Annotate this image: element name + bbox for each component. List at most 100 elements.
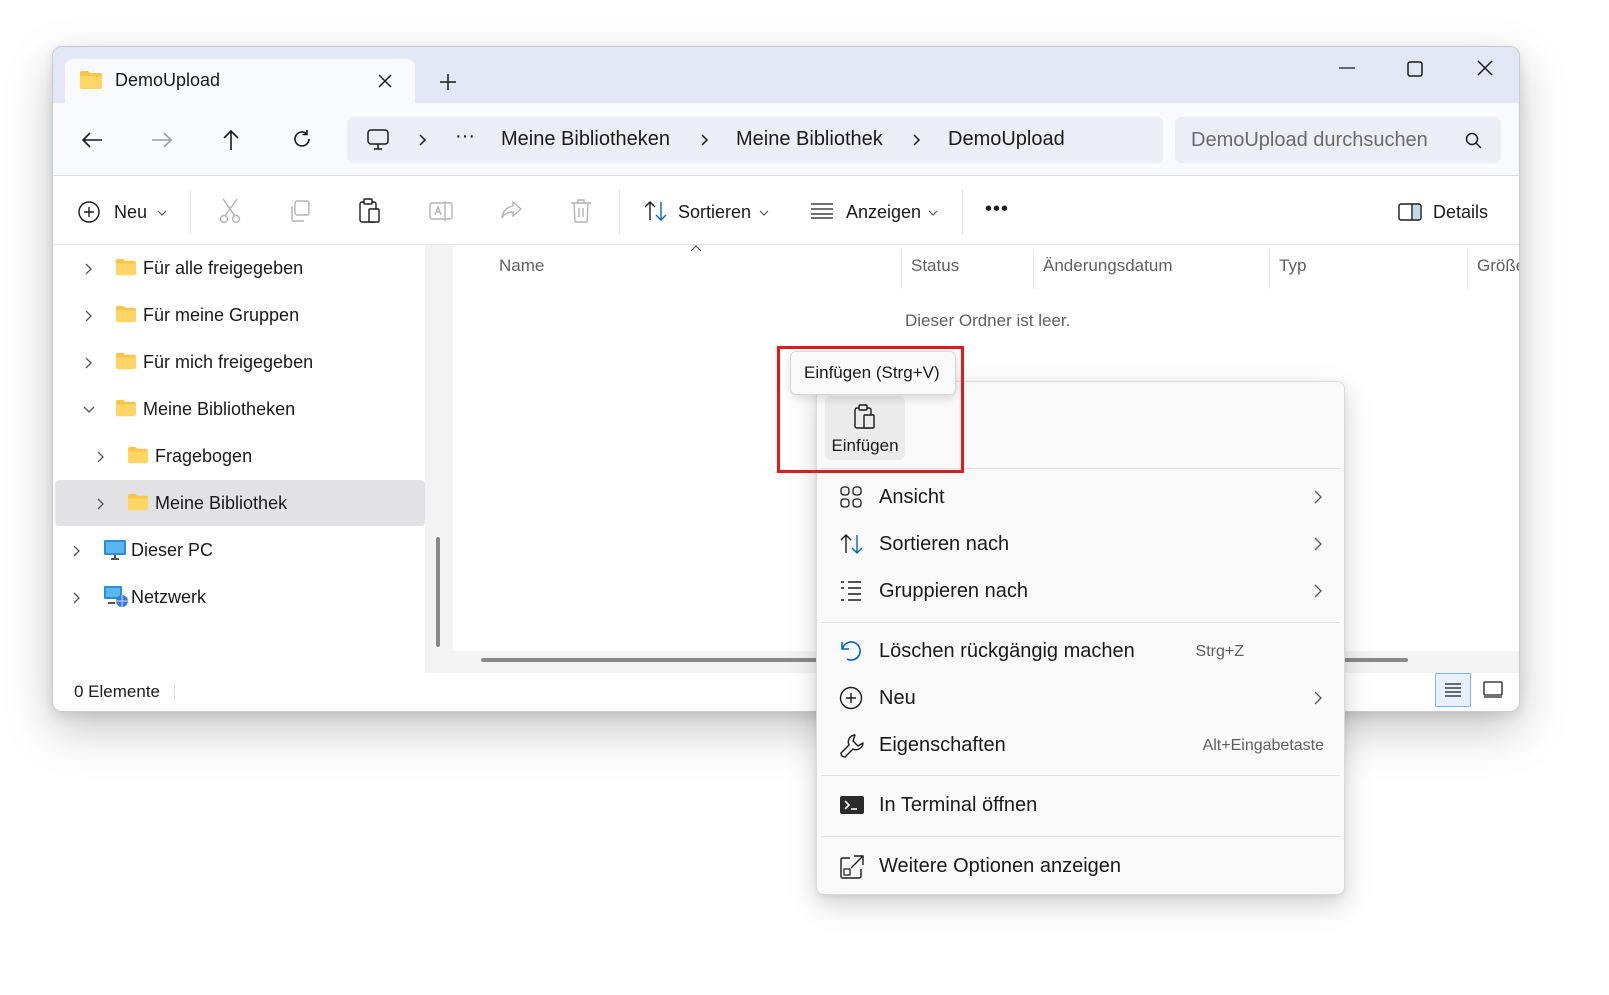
- column-divider[interactable]: [1033, 249, 1034, 289]
- sidebar-item-meine-bibliothek[interactable]: Meine Bibliothek: [55, 480, 425, 526]
- navigation-pane: Für alle freigegeben Für meine Gruppen F…: [53, 245, 425, 673]
- chevron-right-icon[interactable]: [73, 592, 81, 604]
- new-button[interactable]: Neu: [114, 202, 147, 223]
- breadcrumb-meine-bibliothek[interactable]: Meine Bibliothek: [736, 128, 883, 151]
- chevron-right-icon[interactable]: [85, 310, 93, 322]
- menu-item-ansicht[interactable]: Ansicht: [823, 476, 1338, 520]
- maximize-icon[interactable]: [1407, 61, 1423, 77]
- sidebar-item-fuer-meine-gruppen[interactable]: Für meine Gruppen: [55, 292, 425, 338]
- toolbar-separator: [190, 190, 191, 234]
- list-icon: [839, 579, 863, 603]
- tab-demoupload[interactable]: DemoUpload: [65, 59, 415, 105]
- plus-circle-icon[interactable]: [78, 201, 100, 223]
- chevron-right-icon[interactable]: [85, 263, 93, 275]
- copy-icon[interactable]: [289, 200, 311, 222]
- menu-item-label: Neu: [879, 687, 916, 709]
- sidebar-scrollbar-thumb[interactable]: [436, 537, 440, 647]
- menu-item-label: Eigenschaften: [879, 734, 1006, 756]
- chevron-right-icon[interactable]: [97, 498, 105, 510]
- sidebar-item-label: Für alle freigegeben: [143, 258, 304, 278]
- chevron-down-icon[interactable]: [928, 210, 938, 216]
- toolbar-separator: [962, 190, 963, 234]
- cut-icon[interactable]: [219, 198, 241, 224]
- chevron-right-icon[interactable]: [913, 134, 921, 146]
- sidebar-item-meine-bibliotheken[interactable]: Meine Bibliotheken: [55, 386, 425, 432]
- new-tab-icon[interactable]: [439, 73, 457, 91]
- paste-icon[interactable]: [359, 198, 381, 224]
- details-button[interactable]: Details: [1433, 202, 1488, 223]
- column-header-size[interactable]: Größe: [1477, 256, 1519, 276]
- breadcrumb-meine-bibliotheken[interactable]: Meine Bibliotheken: [501, 128, 670, 151]
- sidebar-item-netzwerk[interactable]: Netzwerk: [55, 574, 425, 620]
- column-header-status[interactable]: Status: [911, 256, 959, 276]
- sidebar-item-label: Meine Bibliotheken: [143, 399, 296, 419]
- back-arrow-icon[interactable]: [81, 131, 103, 149]
- folder-icon: [115, 258, 137, 276]
- chevron-right-icon[interactable]: [701, 134, 709, 146]
- sort-button[interactable]: Sortieren: [678, 202, 751, 223]
- folder-icon: [115, 305, 137, 323]
- sidebar-item-fuer-mich-freigegeben[interactable]: Für mich freigegeben: [55, 339, 425, 385]
- folder-icon: [127, 493, 149, 511]
- minimize-icon[interactable]: [1339, 67, 1355, 69]
- search-box[interactable]: DemoUpload durchsuchen: [1175, 117, 1501, 163]
- more-options-button[interactable]: •••: [985, 198, 1009, 221]
- grid-icon: [839, 485, 863, 509]
- menu-item-loeschen-rueckgaengig[interactable]: Löschen rückgängig machen Strg+Z: [823, 630, 1338, 674]
- menu-item-label: Weitere Optionen anzeigen: [879, 855, 1122, 877]
- breadcrumb-demoupload[interactable]: DemoUpload: [948, 128, 1065, 151]
- column-divider[interactable]: [1269, 249, 1270, 289]
- menu-item-weitere-optionen[interactable]: Weitere Optionen anzeigen: [823, 845, 1338, 889]
- tiles-view-icon[interactable]: [1483, 681, 1503, 699]
- search-icon[interactable]: [1465, 132, 1482, 149]
- sidebar-item-fragebogen[interactable]: Fragebogen: [55, 433, 425, 479]
- rename-icon[interactable]: [429, 200, 453, 222]
- chevron-down-icon[interactable]: [157, 210, 167, 216]
- chevron-right-icon[interactable]: [419, 134, 427, 146]
- close-tab-icon[interactable]: [377, 73, 393, 89]
- view-lines-icon[interactable]: [810, 203, 834, 219]
- forward-arrow-icon[interactable]: [151, 131, 173, 149]
- refresh-icon[interactable]: [292, 129, 312, 149]
- monitor-icon: [367, 129, 389, 151]
- sidebar-item-label: Netzwerk: [131, 587, 207, 607]
- column-header-name[interactable]: Name: [499, 256, 544, 276]
- shortcut-text: Strg+Z: [1195, 643, 1244, 660]
- menu-item-neu[interactable]: Neu: [823, 677, 1338, 721]
- close-window-icon[interactable]: [1477, 60, 1493, 76]
- menu-item-terminal[interactable]: In Terminal öffnen: [823, 784, 1338, 828]
- folder-icon: [127, 446, 149, 464]
- undo-icon: [839, 639, 865, 663]
- chevron-right-icon[interactable]: [73, 545, 81, 557]
- column-header-type[interactable]: Typ: [1279, 256, 1306, 276]
- column-header-date[interactable]: Änderungsdatum: [1043, 256, 1172, 276]
- column-divider[interactable]: [901, 249, 902, 289]
- chevron-down-icon[interactable]: [759, 210, 769, 216]
- menu-item-eigenschaften[interactable]: Eigenschaften Alt+Eingabetaste: [823, 724, 1338, 768]
- toolbar-separator: [619, 190, 620, 234]
- search-placeholder[interactable]: DemoUpload durchsuchen: [1191, 129, 1428, 152]
- details-view-icon[interactable]: [1435, 673, 1471, 707]
- view-button[interactable]: Anzeigen: [846, 202, 921, 223]
- highlight-box: [777, 346, 964, 473]
- navigation-bar: ··· Meine Bibliotheken Meine Bibliothek …: [53, 103, 1519, 176]
- breadcrumb-overflow[interactable]: ···: [455, 125, 475, 148]
- details-pane-icon[interactable]: [1398, 203, 1422, 221]
- terminal-icon: [839, 795, 865, 815]
- column-divider[interactable]: [1467, 249, 1468, 289]
- sidebar-item-dieser-pc[interactable]: Dieser PC: [55, 527, 425, 573]
- share-open-icon: [839, 854, 865, 880]
- chevron-right-icon[interactable]: [85, 357, 93, 369]
- menu-item-gruppieren-nach[interactable]: Gruppieren nach: [823, 570, 1338, 614]
- chevron-right-icon[interactable]: [97, 451, 105, 463]
- network-icon: [103, 585, 129, 609]
- share-icon[interactable]: [499, 200, 523, 222]
- folder-icon: [115, 399, 137, 417]
- sort-icon[interactable]: [643, 200, 669, 222]
- chevron-down-icon[interactable]: [83, 406, 95, 414]
- delete-icon[interactable]: [570, 198, 592, 224]
- sidebar-item-fuer-alle-freigegeben[interactable]: Für alle freigegeben: [55, 245, 425, 291]
- address-bar[interactable]: ··· Meine Bibliotheken Meine Bibliothek …: [347, 117, 1163, 163]
- up-arrow-icon[interactable]: [222, 129, 240, 151]
- menu-item-sortieren-nach[interactable]: Sortieren nach: [823, 523, 1338, 567]
